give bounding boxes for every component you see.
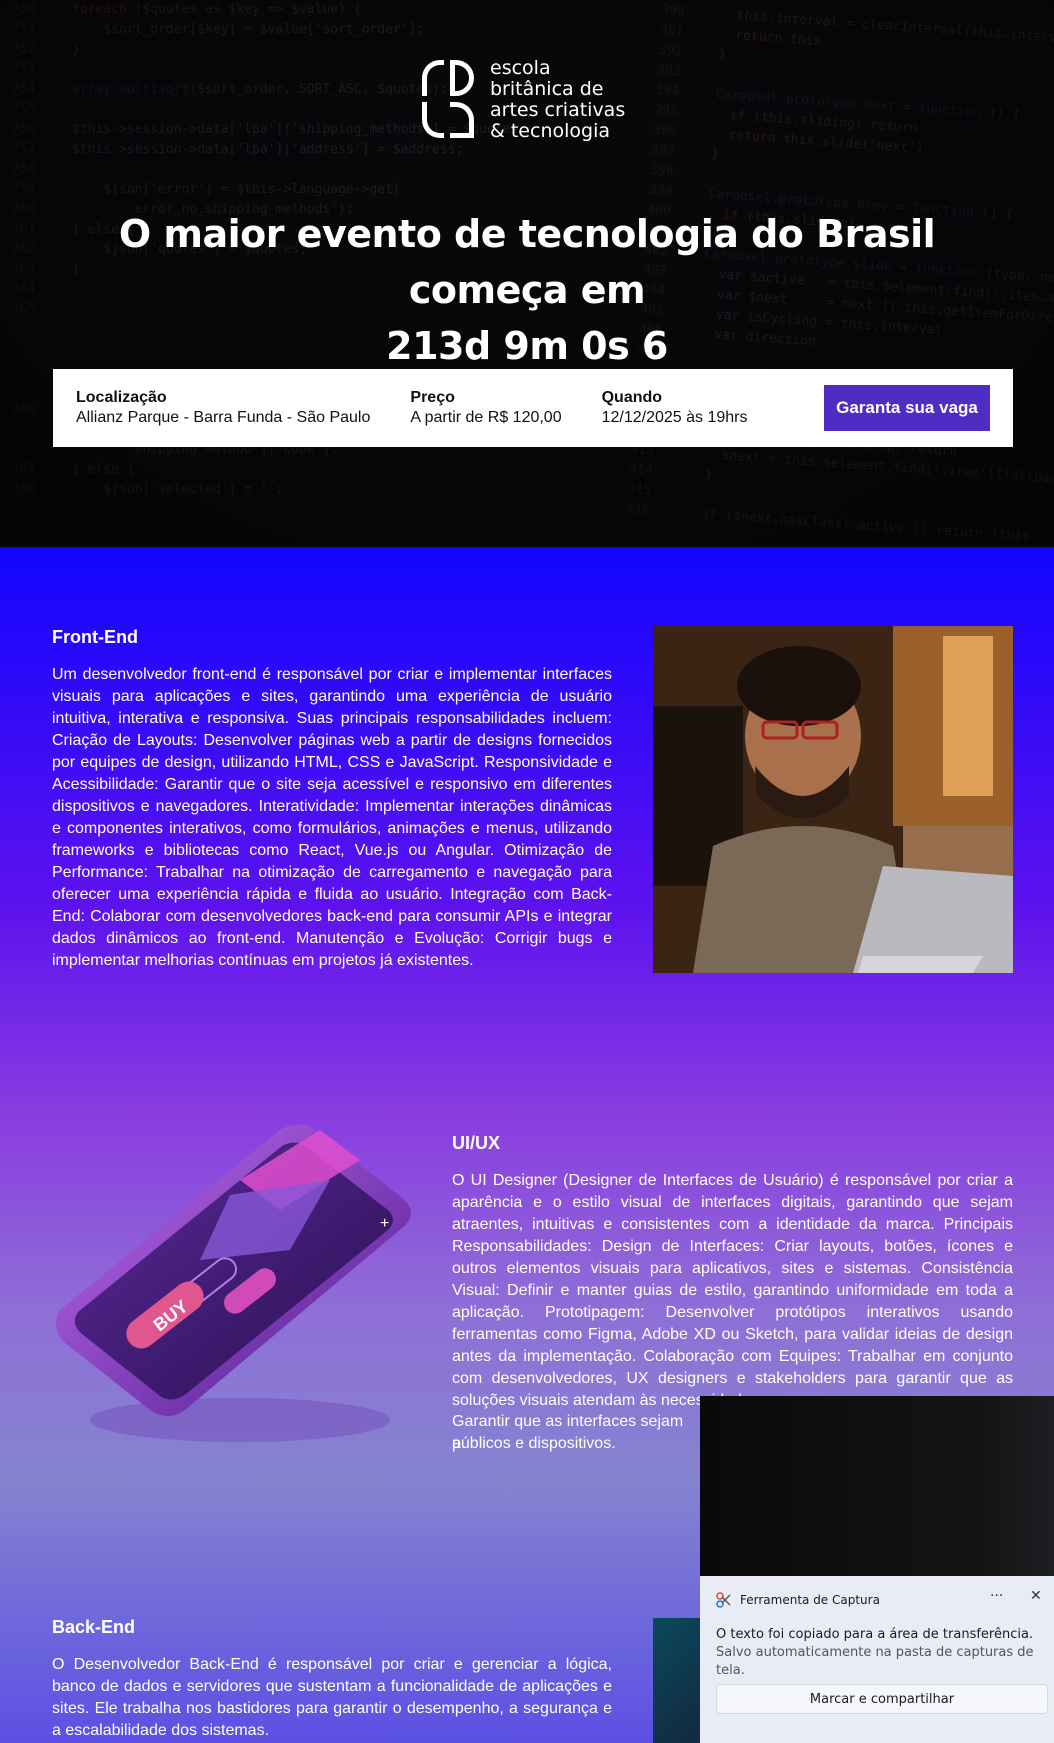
uiux-title: UI/UX xyxy=(452,1133,501,1153)
app-name: Ferramenta de Captura xyxy=(740,1593,880,1607)
snipping-tool-notification[interactable]: Ferramenta de Captura ··· ✕ O texto foi … xyxy=(700,1396,1054,1743)
date-title: Quando xyxy=(601,389,663,406)
uiux-text-last: públicos e dispositivos. xyxy=(452,1435,616,1452)
phone-illustration: BUY + xyxy=(50,1120,420,1460)
ebac-logo: escola britânica de artes criativas & te… xyxy=(422,58,625,142)
logo-line: escola xyxy=(490,57,551,79)
submessage-text: Salvo automaticamente na pasta de captur… xyxy=(716,1645,1034,1678)
snipping-tool-icon xyxy=(716,1592,731,1608)
price-info: Preço A partir de R$ 120,00 xyxy=(410,388,561,428)
countdown-text: 213d 9m 0s 6 xyxy=(386,324,668,368)
backend-title: Back-End xyxy=(52,1617,136,1637)
capture-preview[interactable] xyxy=(700,1396,1054,1576)
logo-text: escola britânica de artes criativas & te… xyxy=(490,58,625,142)
event-info-bar: Localização Allianz Parque - Barra Funda… xyxy=(53,369,1013,447)
headline-text: O maior evento de tecnologia do Brasil c… xyxy=(118,212,936,312)
logo-line: britânica de xyxy=(490,78,604,100)
reserve-spot-button[interactable]: Garanta sua vaga xyxy=(824,385,990,431)
price-title: Preço xyxy=(410,389,455,406)
notification-panel: Ferramenta de Captura ··· ✕ O texto foi … xyxy=(700,1576,1054,1743)
frontend-title: Front-End xyxy=(52,627,138,647)
notification-message: O texto foi copiado para a área de trans… xyxy=(716,1626,1054,1680)
location-info: Localização Allianz Parque - Barra Funda… xyxy=(76,388,370,428)
plus-icon: + xyxy=(380,1215,389,1232)
developer-illustration xyxy=(653,626,1013,973)
developer-photo xyxy=(653,626,1013,973)
backend-text: O Desenvolvedor Back-End é responsável p… xyxy=(52,1656,612,1739)
mark-and-share-button[interactable]: Marcar e compartilhar xyxy=(716,1684,1048,1714)
frontend-text: Um desenvolvedor front-end é responsável… xyxy=(52,666,612,969)
date-value: 12/12/2025 às 19hrs xyxy=(601,409,748,426)
logo-mark-icon xyxy=(422,60,476,140)
hero-headline: O maior evento de tecnologia do Brasil c… xyxy=(40,206,1014,374)
logo-line: & tecnologia xyxy=(490,120,610,142)
location-value: Allianz Parque - Barra Funda - São Paulo xyxy=(76,409,371,426)
notification-header: Ferramenta de Captura xyxy=(716,1592,880,1608)
close-icon[interactable]: ✕ xyxy=(1030,1588,1042,1604)
hero-section: 750foreach ($quotes as $key => $value) {… xyxy=(0,0,1054,547)
logo-line: artes criativas xyxy=(490,99,626,121)
mobile-ui-icon: BUY + xyxy=(55,1124,411,1442)
message-text: O texto foi copiado para a área de trans… xyxy=(716,1627,1034,1642)
location-title: Localização xyxy=(76,389,167,406)
date-info: Quando 12/12/2025 às 19hrs xyxy=(602,388,748,428)
price-value: A partir de R$ 120,00 xyxy=(410,409,562,426)
uiux-text: O UI Designer (Designer de Interfaces de… xyxy=(452,1172,1013,1409)
more-options-icon[interactable]: ··· xyxy=(990,1588,1003,1604)
